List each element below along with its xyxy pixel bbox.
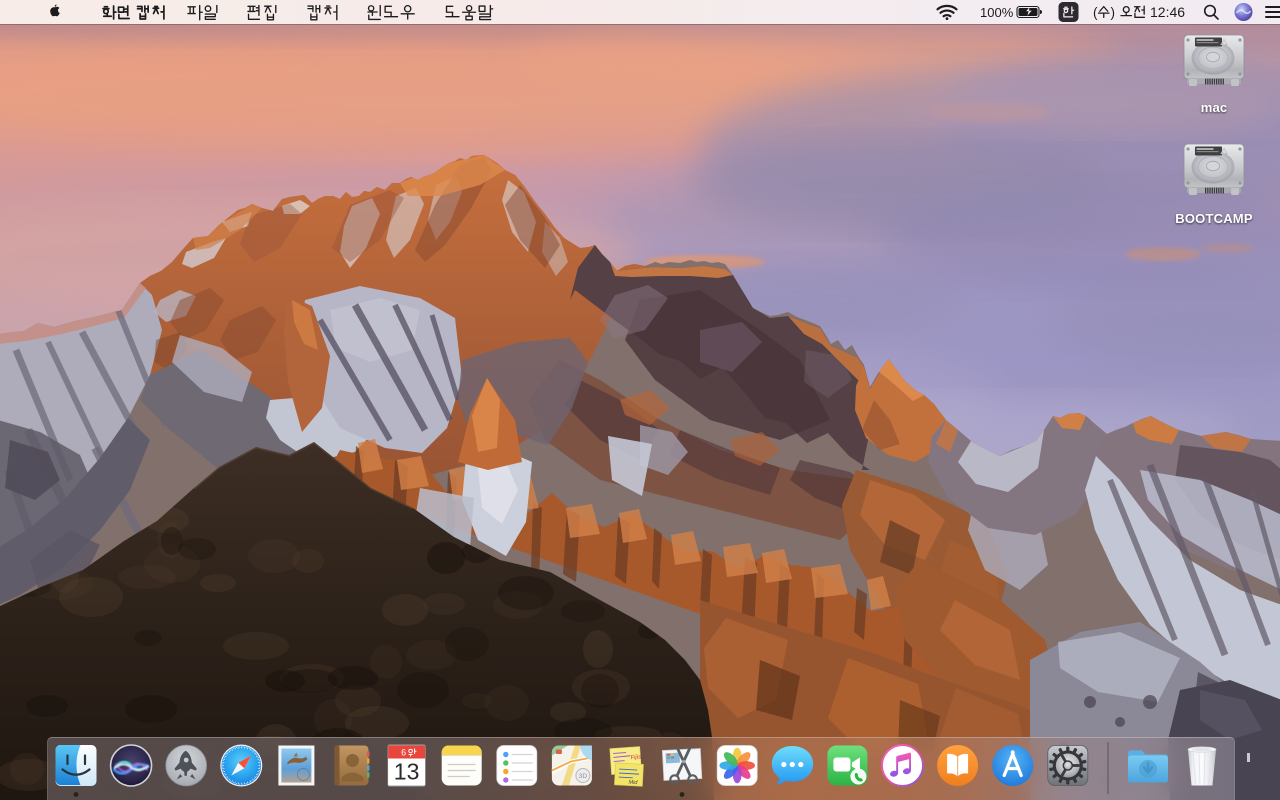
svg-text:6: 6 [401,748,406,758]
svg-text:Fijis: Fijis [630,755,641,762]
svg-text:): ) [1111,5,1116,20]
svg-text:(: ( [1093,5,1098,20]
svg-text:13: 13 [394,759,420,785]
svg-text:3D: 3D [579,773,588,780]
svg-text:100%: 100% [980,5,1014,20]
svg-text:12:46: 12:46 [1150,4,1185,20]
svg-text:Mid: Mid [628,780,638,787]
